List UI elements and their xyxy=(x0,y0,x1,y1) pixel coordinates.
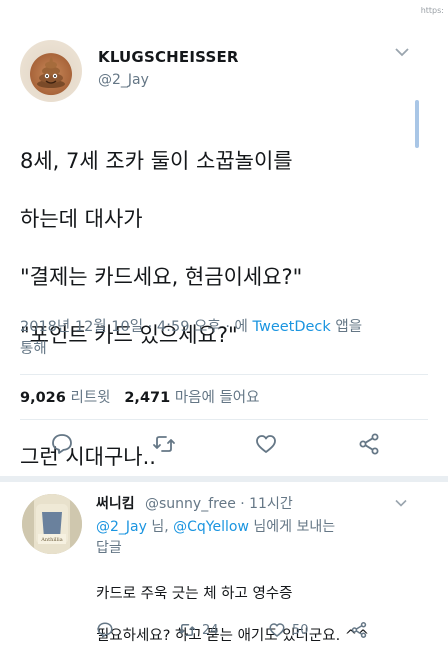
reply-context-text: 님, xyxy=(146,519,174,535)
meta-suffix: 앱을 xyxy=(330,319,363,335)
reply-tweet: Anthillia 써니킴 @sunny_free · 11시간 @2_Jay … xyxy=(0,484,448,659)
retweet-icon xyxy=(178,624,196,636)
tweet-line: "결제는 카드세요, 현금이세요?" xyxy=(20,265,303,289)
like-count[interactable]: 2,471 xyxy=(124,390,170,406)
like-label[interactable]: 마음에 들어요 xyxy=(175,390,260,406)
source-link[interactable]: TweetDeck xyxy=(253,319,331,335)
chevron-down-icon[interactable] xyxy=(394,46,410,58)
reply-retweet-count: 24 xyxy=(202,622,219,638)
browser-url-hint: https: xyxy=(420,6,444,15)
poop-emoji-icon xyxy=(37,57,65,88)
chevron-down-icon[interactable] xyxy=(394,498,408,508)
retweet-count[interactable]: 9,026 xyxy=(20,390,66,406)
reply-context-text: 답글 xyxy=(96,540,122,556)
tweet-line: 8세, 7세 조카 둘이 소꿉놀이를 xyxy=(20,149,293,173)
retweet-icon[interactable] xyxy=(152,432,176,456)
mention-link[interactable]: @2_Jay xyxy=(96,519,147,535)
mention-link[interactable]: @CqYellow xyxy=(173,519,249,535)
user-handle[interactable]: @2_Jay xyxy=(98,72,149,88)
reply-text: 카드로 주욱 긋는 체 하고 영수증 필요하세요? 하고 묻는 애기도 있더군요… xyxy=(96,563,426,659)
reply-handle-time[interactable]: @sunny_free · 11시간 xyxy=(145,493,293,513)
reply-share-button[interactable] xyxy=(350,620,368,640)
reply-icon[interactable] xyxy=(50,432,74,456)
reply-reply-button[interactable] xyxy=(96,620,114,640)
reply-line: 카드로 주욱 긋는 체 하고 영수증 xyxy=(96,586,293,602)
meta-line2: 통해 xyxy=(20,341,47,357)
tweet-line: 하는데 대사가 xyxy=(20,207,143,231)
reply-display-name[interactable]: 써니킴 xyxy=(96,493,135,513)
avatar[interactable]: Anthillia xyxy=(22,494,82,554)
share-icon xyxy=(351,622,367,638)
share-icon[interactable] xyxy=(357,432,381,456)
retweet-label[interactable]: 리트윗 xyxy=(70,390,110,406)
display-name[interactable]: KLUGSCHEISSER xyxy=(98,48,239,66)
reply-retweet-button[interactable]: 24 xyxy=(178,620,219,640)
reply-like-button[interactable]: 50 xyxy=(268,620,309,640)
tweet-stats: 9,026 리트윗 2,471 마음에 들어요 xyxy=(20,386,259,407)
reply-context: @2_Jay 님, @CqYellow 님에게 보내는 답글 xyxy=(96,517,406,559)
reply-context-text: 님에게 보내는 xyxy=(248,519,336,535)
reply-icon xyxy=(97,622,113,638)
bottle-photo-icon: Anthillia xyxy=(22,494,82,554)
heart-icon[interactable] xyxy=(254,432,278,456)
section-divider xyxy=(0,476,448,482)
reply-like-count: 50 xyxy=(292,622,309,638)
reply-actions: 24 50 xyxy=(0,620,448,644)
tweet-meta: 2018년 12월 10일 · 4:59 오후 · 에 TweetDeck 앱을… xyxy=(20,316,400,360)
tweet-actions xyxy=(0,432,448,466)
timestamp[interactable]: 2018년 12월 10일 · 4:59 오후 · 에 xyxy=(20,319,253,335)
divider xyxy=(20,374,428,375)
heart-icon xyxy=(269,623,285,637)
divider xyxy=(20,419,428,420)
avatar[interactable] xyxy=(20,40,82,102)
svg-text:Anthillia: Anthillia xyxy=(40,537,62,543)
